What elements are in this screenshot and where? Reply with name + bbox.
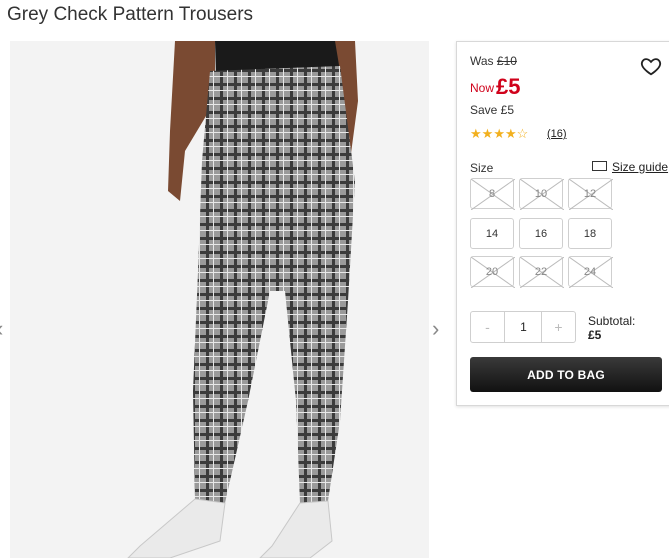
size-option-8[interactable]: 8 <box>470 178 515 210</box>
subtotal-label: Subtotal: <box>588 314 636 328</box>
save-amount: Save £5 <box>470 103 515 117</box>
star-icon: ★ <box>493 126 505 141</box>
size-option-22[interactable]: 22 <box>519 256 564 288</box>
wishlist-heart-icon[interactable] <box>640 55 662 77</box>
size-option-18[interactable]: 18 <box>568 218 612 249</box>
quantity-stepper: - 1 + <box>470 311 576 343</box>
star-icon: ★ <box>481 126 494 141</box>
now-price-value: £5 <box>496 74 521 99</box>
size-option-14[interactable]: 14 <box>470 218 514 249</box>
ruler-icon <box>592 161 607 171</box>
purchase-panel: Was £10 Now£5 Save £5 ★★★★☆ (16) Size Si… <box>456 41 669 406</box>
quantity-decrease-button[interactable]: - <box>471 312 505 342</box>
star-icon: ★ <box>470 126 482 141</box>
add-to-bag-button[interactable]: ADD TO BAG <box>470 357 662 392</box>
half-star-icon: ☆ <box>516 126 529 141</box>
star-icon: ★ <box>504 126 517 141</box>
was-price: Was £10 <box>470 54 517 68</box>
size-option-16[interactable]: 16 <box>519 218 563 249</box>
was-price-value: £10 <box>496 54 517 68</box>
product-image[interactable] <box>10 41 429 558</box>
size-option-24[interactable]: 24 <box>568 256 613 288</box>
next-image-arrow-icon[interactable]: › <box>432 318 439 340</box>
size-option-10[interactable]: 10 <box>519 178 564 210</box>
quantity-increase-button[interactable]: + <box>541 312 575 342</box>
page-title: Grey Check Pattern Trousers <box>7 4 254 25</box>
rating-stars: ★★★★☆ <box>470 126 528 142</box>
subtotal: Subtotal: £5 <box>588 314 635 342</box>
size-option-12[interactable]: 12 <box>568 178 613 210</box>
now-price: Now£5 <box>470 74 521 99</box>
quantity-input[interactable]: 1 <box>505 312 542 342</box>
size-label: Size <box>470 161 494 175</box>
previous-image-arrow-icon[interactable]: ‹ <box>0 318 3 340</box>
size-option-20[interactable]: 20 <box>470 256 515 288</box>
subtotal-value: £5 <box>588 328 602 342</box>
review-count-link[interactable]: (16) <box>547 128 567 140</box>
size-guide-link[interactable]: Size guide <box>592 160 668 174</box>
